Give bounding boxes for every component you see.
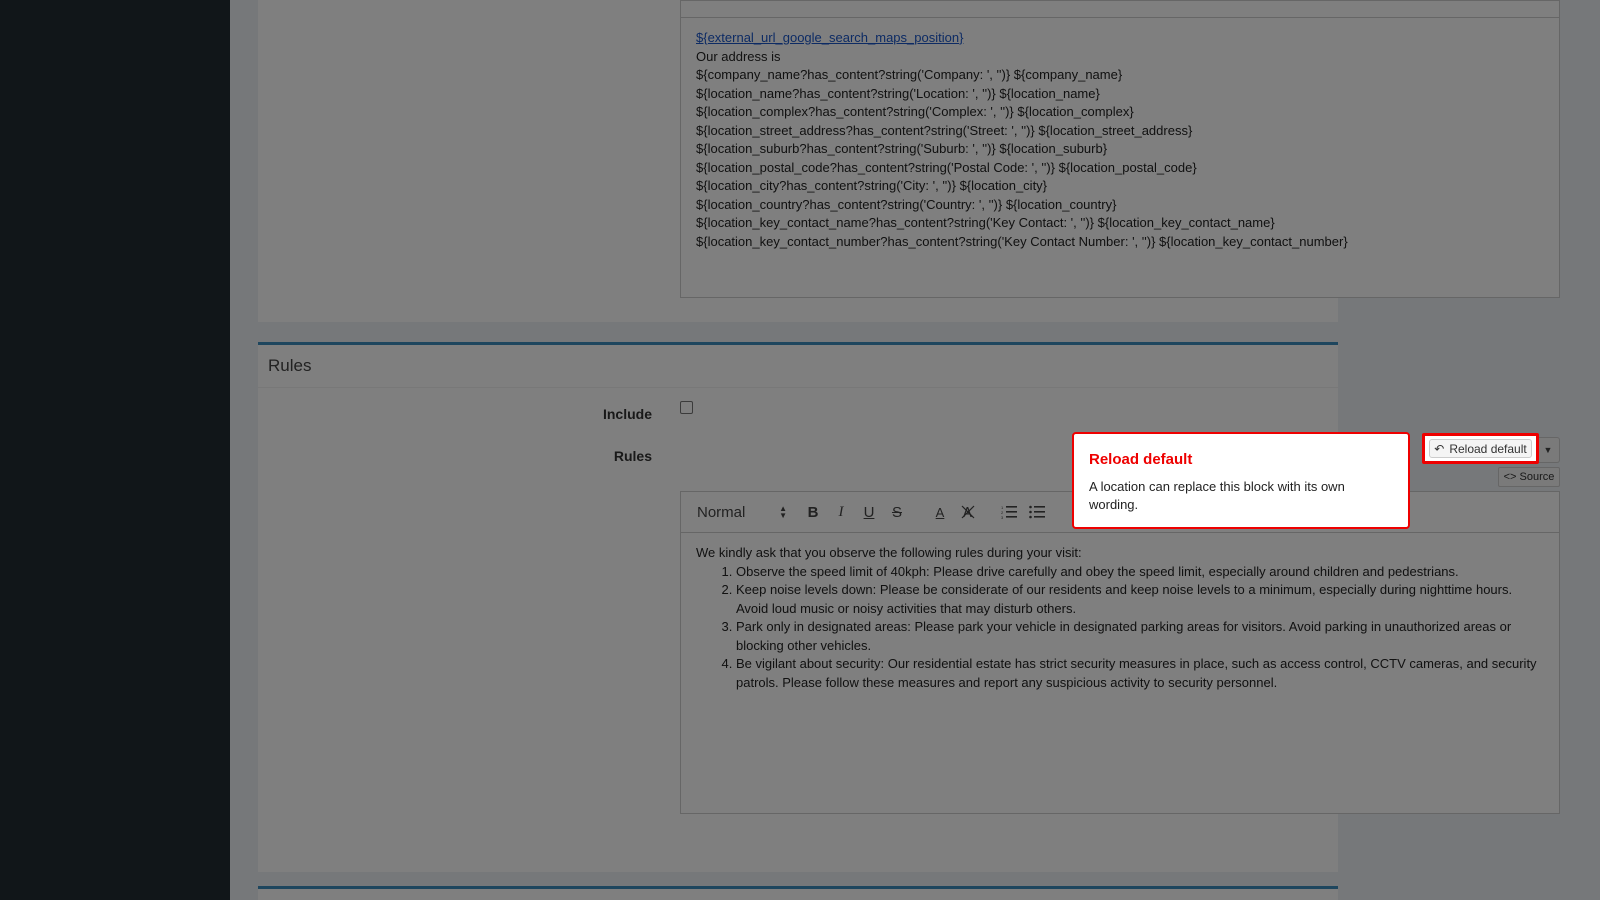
reload-default-highlighted-button[interactable]: ↶ Reload default (1429, 439, 1532, 458)
tour-tooltip: Reload default A location can replace th… (1072, 432, 1410, 529)
undo-icon: ↶ (1434, 441, 1445, 456)
tooltip-text: A location can replace this block with i… (1089, 479, 1345, 512)
reload-default-label: Reload default (1449, 441, 1527, 456)
tooltip-title: Reload default (1089, 451, 1193, 468)
reload-default-highlight[interactable]: ↶ Reload default (1422, 433, 1539, 464)
